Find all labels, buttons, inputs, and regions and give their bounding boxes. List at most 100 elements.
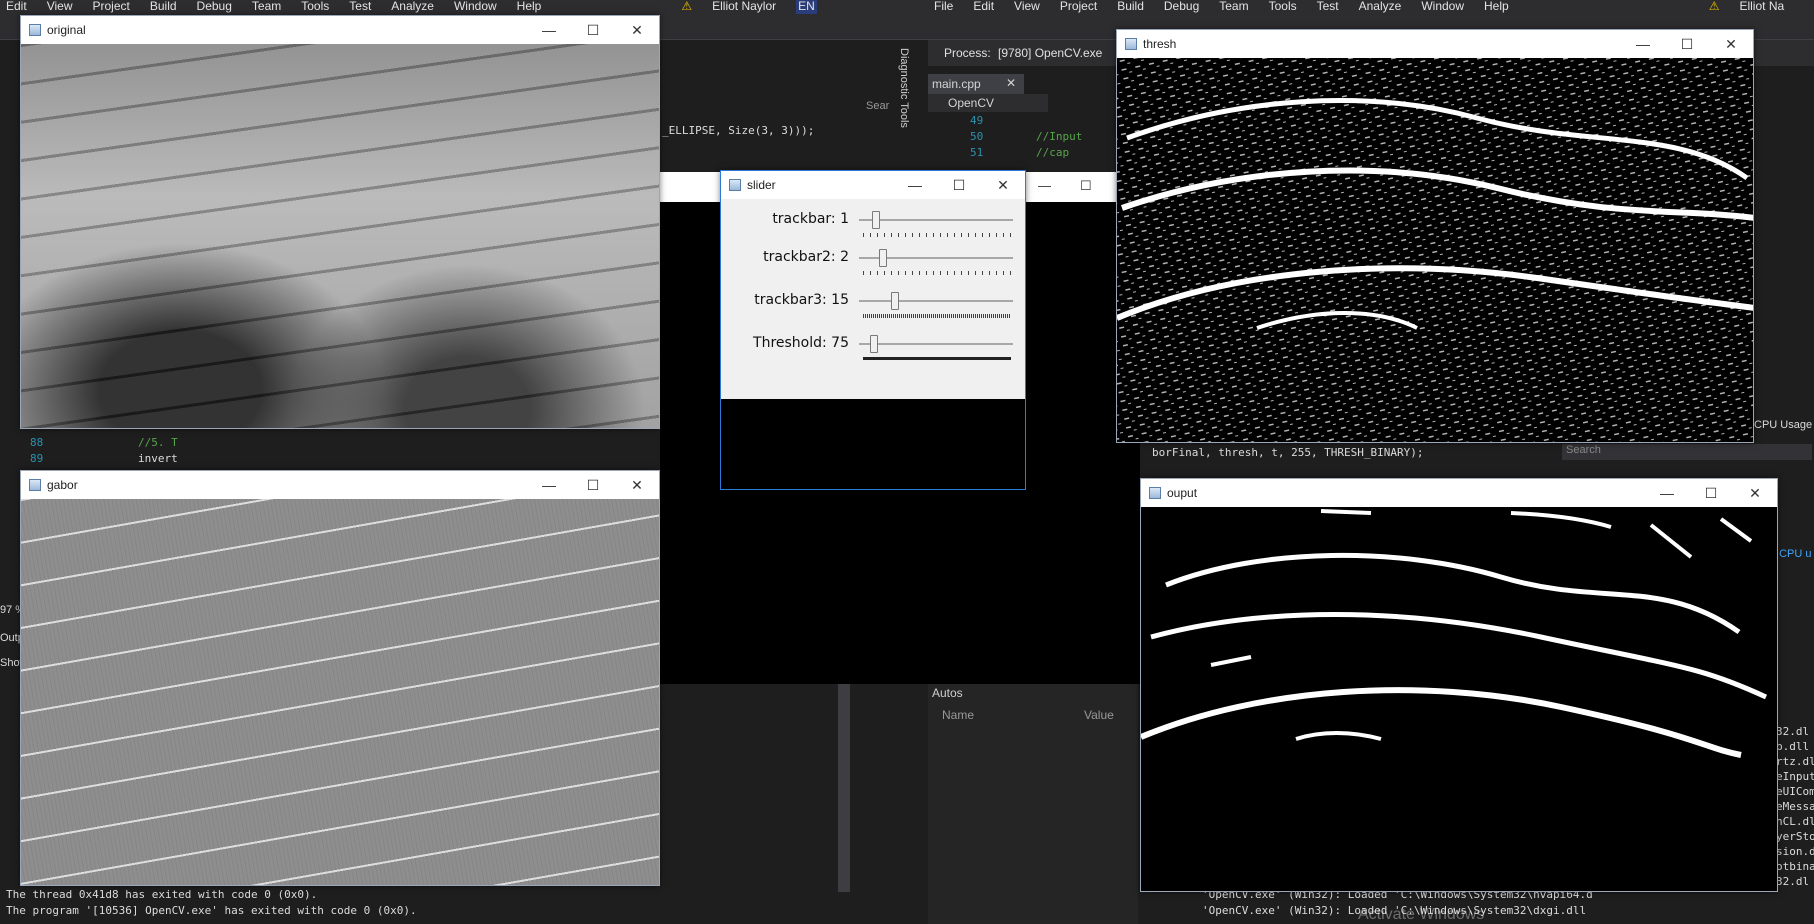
minimize-icon[interactable]: — xyxy=(1038,178,1051,193)
maximize-icon[interactable]: ☐ xyxy=(937,177,981,194)
minimize-icon[interactable]: — xyxy=(1645,485,1689,501)
cpu-usage-link[interactable]: f CPU u xyxy=(1773,548,1812,560)
trackbar-row: Threshold: 75 xyxy=(721,329,1025,365)
trackbar-thumb[interactable] xyxy=(870,335,879,353)
menu-debug[interactable]: Debug xyxy=(1164,0,1199,14)
menu-edit[interactable]: Edit xyxy=(6,0,27,14)
window-slider[interactable]: slider — ☐ ✕ trackbar: 1 trackbar2: 2 tr… xyxy=(720,170,1026,490)
close-icon[interactable]: ✕ xyxy=(1733,485,1777,502)
trackbar-thumb[interactable] xyxy=(891,292,900,310)
menu-tools[interactable]: Tools xyxy=(301,0,329,14)
menu-team[interactable]: Team xyxy=(252,0,281,14)
menu-debug[interactable]: Debug xyxy=(197,0,232,14)
menu-window[interactable]: Window xyxy=(454,0,497,14)
minimize-icon[interactable]: — xyxy=(527,22,571,38)
menu-help[interactable]: Help xyxy=(517,0,542,14)
trackbar-row: trackbar3: 15 xyxy=(721,286,1025,322)
menu-build[interactable]: Build xyxy=(1117,0,1144,14)
window-thresh[interactable]: thresh — ☐ ✕ xyxy=(1116,29,1754,443)
maximize-icon[interactable]: ☐ xyxy=(1080,178,1092,194)
process-value[interactable]: [9780] OpenCV.exe xyxy=(998,46,1102,60)
trackbar-track[interactable] xyxy=(859,300,1013,302)
autos-panel: Autos Name Value xyxy=(928,682,1138,924)
trackbar-row: trackbar: 1 xyxy=(721,205,1025,241)
diagnostic-tools-tab[interactable]: Diagnostic Tools xyxy=(892,48,910,148)
menu-file[interactable]: File xyxy=(934,0,953,14)
close-icon[interactable]: ✕ xyxy=(615,477,659,494)
window-titlebar[interactable]: ouput — ☐ ✕ xyxy=(1141,479,1777,507)
trackbar-thumb[interactable] xyxy=(879,249,887,267)
dll-item: eInput xyxy=(1776,770,1814,783)
window-title: gabor xyxy=(47,478,78,492)
warning-icon: ⚠ xyxy=(681,0,693,13)
trackbar-ticks xyxy=(863,357,1011,360)
project-name: OpenCV xyxy=(948,96,995,110)
lang-badge[interactable]: EN xyxy=(796,0,817,14)
autos-title: Autos xyxy=(932,686,963,700)
menu-analyze[interactable]: Analyze xyxy=(391,0,434,14)
app-icon xyxy=(29,24,41,36)
close-icon[interactable]: ✕ xyxy=(981,177,1025,194)
menu-view[interactable]: View xyxy=(1014,0,1040,14)
window-gabor[interactable]: gabor — ☐ ✕ xyxy=(20,470,660,886)
trackbar-label: Threshold: 75 xyxy=(753,335,849,351)
file-tab-label: main.cpp xyxy=(932,77,981,91)
window-title: ouput xyxy=(1167,486,1198,500)
window-titlebar[interactable]: slider — ☐ ✕ xyxy=(721,171,1025,199)
close-icon[interactable]: ✕ xyxy=(1006,76,1016,90)
output-line: The program '[10536] OpenCV.exe' has exi… xyxy=(6,904,417,917)
right-code-area: 49 50 //Input 51 //cap xyxy=(928,114,1082,164)
close-icon[interactable]: ✕ xyxy=(615,22,659,39)
maximize-icon[interactable]: ☐ xyxy=(1665,36,1709,53)
maximize-icon[interactable]: ☐ xyxy=(1689,485,1733,502)
menu-view[interactable]: View xyxy=(47,0,73,14)
minimize-icon[interactable]: — xyxy=(527,477,571,493)
window-titlebar[interactable]: gabor — ☐ ✕ xyxy=(21,471,659,499)
file-tab-main-cpp[interactable]: main.cpp ✕ xyxy=(928,74,1024,94)
code-line: //5. T xyxy=(138,436,178,449)
menu-edit[interactable]: Edit xyxy=(973,0,994,14)
window-titlebar[interactable]: original — ☐ ✕ xyxy=(21,16,659,44)
trackbar-ticks xyxy=(863,233,1011,237)
line-number: 89 xyxy=(30,452,44,465)
threshold-code-line: borFinal, thresh, t, 255, THRESH_BINARY)… xyxy=(1152,446,1424,459)
gabor-image xyxy=(21,499,659,885)
window-original[interactable]: original — ☐ ✕ xyxy=(20,15,660,429)
thresh-image xyxy=(1117,58,1753,442)
trackbar-track[interactable] xyxy=(859,343,1013,345)
diag-search-hint[interactable]: Sear xyxy=(866,100,889,112)
trackbar-panel: trackbar: 1 trackbar2: 2 trackbar3: 15 T… xyxy=(721,199,1025,399)
dll-item: 32.dl xyxy=(1776,725,1810,738)
menu-project[interactable]: Project xyxy=(92,0,129,14)
menu-analyze[interactable]: Analyze xyxy=(1359,0,1402,14)
left-output-pane: The thread 0x41d8 has exited with code 0… xyxy=(0,880,840,924)
maximize-icon[interactable]: ☐ xyxy=(571,22,615,39)
menu-team[interactable]: Team xyxy=(1219,0,1248,14)
dll-item: eMessa xyxy=(1776,800,1814,813)
menu-tools[interactable]: Tools xyxy=(1269,0,1297,14)
menu-help[interactable]: Help xyxy=(1484,0,1509,14)
menu-project[interactable]: Project xyxy=(1060,0,1097,14)
menu-window[interactable]: Window xyxy=(1421,0,1464,14)
trackbar-track[interactable] xyxy=(859,219,1013,221)
scrollbar[interactable] xyxy=(838,682,850,892)
left-user-name[interactable]: Elliot Naylor xyxy=(712,0,776,14)
search-box[interactable]: Search xyxy=(1562,444,1812,460)
minimize-icon[interactable]: — xyxy=(1621,36,1665,52)
window-title: original xyxy=(47,23,86,37)
right-user-name[interactable]: Elliot Na xyxy=(1739,0,1784,14)
menu-build[interactable]: Build xyxy=(150,0,177,14)
menu-test[interactable]: Test xyxy=(1317,0,1339,14)
window-ouput[interactable]: ouput — ☐ ✕ xyxy=(1140,478,1778,892)
menu-test[interactable]: Test xyxy=(349,0,371,14)
close-icon[interactable]: ✕ xyxy=(1709,36,1753,53)
original-image xyxy=(21,44,659,428)
minimize-icon[interactable]: — xyxy=(893,177,937,193)
dll-item: otbina xyxy=(1776,860,1814,873)
maximize-icon[interactable]: ☐ xyxy=(571,477,615,494)
autos-col-value: Value xyxy=(1084,708,1114,722)
line-number: 51 xyxy=(970,146,984,159)
window-titlebar[interactable]: thresh — ☐ ✕ xyxy=(1117,30,1753,58)
trackbar-thumb[interactable] xyxy=(872,211,880,229)
dll-list: 32.dl b.dll rtz.dl eInput eUICom eMessa … xyxy=(1776,724,1814,889)
